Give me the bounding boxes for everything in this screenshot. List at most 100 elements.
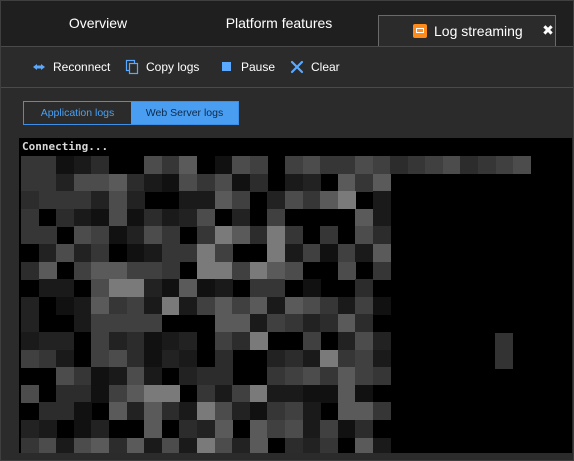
- redacted-log-block: [21, 384, 39, 403]
- redacted-log-block: [73, 156, 92, 174]
- copy-logs-button[interactable]: Copy logs: [124, 57, 199, 77]
- application-logs-button[interactable]: Application logs: [24, 102, 131, 124]
- redacted-log-block: [373, 226, 391, 245]
- redacted-log-block: [267, 226, 286, 245]
- redacted-log-block: [285, 156, 303, 174]
- clear-icon: [289, 59, 305, 75]
- redacted-log-block: [197, 173, 215, 192]
- redacted-log-block: [214, 420, 233, 438]
- web-server-logs-button[interactable]: Web Server logs: [131, 102, 238, 124]
- redacted-log-block: [144, 332, 163, 350]
- redacted-log-block: [214, 332, 233, 350]
- redacted-log-block: [355, 384, 374, 403]
- close-icon[interactable]: ✖: [540, 21, 556, 39]
- redacted-log-block: [285, 384, 303, 403]
- redacted-log-block: [337, 296, 356, 315]
- redacted-log-block: [91, 173, 110, 192]
- redacted-log-block: [320, 349, 339, 368]
- redacted-log-block: [337, 420, 356, 438]
- redacted-log-block: [302, 279, 321, 298]
- redacted-log-block: [91, 437, 110, 453]
- redacted-log-block: [267, 384, 286, 403]
- redacted-log-block: [337, 244, 356, 262]
- redacted-log-block: [109, 367, 127, 386]
- redacted-log-block: [144, 314, 163, 333]
- redacted-log-block: [161, 332, 180, 350]
- redacted-log-block: [91, 279, 110, 298]
- redacted-log-block: [249, 332, 268, 350]
- redacted-log-block: [126, 226, 145, 245]
- redacted-log-block: [232, 402, 251, 421]
- redacted-log-block: [56, 156, 75, 174]
- redacted-log-block: [73, 226, 92, 245]
- redacted-log-block: [109, 208, 127, 227]
- reconnect-button[interactable]: Reconnect: [31, 57, 110, 77]
- redacted-log-block: [91, 314, 110, 333]
- redacted-log-block: [179, 437, 198, 453]
- redacted-log-block: [285, 191, 303, 210]
- redacted-log-block: [73, 208, 92, 227]
- tab-overview[interactable]: Overview: [41, 1, 155, 46]
- redacted-log-block: [373, 332, 391, 350]
- redacted-log-block: [126, 244, 145, 262]
- redacted-log-block: [425, 156, 444, 174]
- redacted-log-block: [249, 384, 268, 403]
- clear-label: Clear: [311, 60, 340, 74]
- redacted-log-block: [232, 314, 251, 333]
- redacted-log-block: [337, 156, 356, 174]
- redacted-log-block: [38, 332, 57, 350]
- redacted-log-block: [73, 261, 92, 280]
- redacted-log-block: [91, 384, 110, 403]
- redacted-log-block: [179, 332, 198, 350]
- redacted-log-block: [91, 261, 110, 280]
- redacted-log-block: [38, 402, 57, 421]
- redacted-log-block: [355, 244, 374, 262]
- redacted-log-block: [161, 173, 180, 192]
- redacted-log-block: [355, 156, 374, 174]
- tab-log-streaming[interactable]: Log streaming: [378, 15, 556, 46]
- redacted-log-block: [302, 156, 321, 174]
- redacted-log-block: [126, 332, 145, 350]
- redacted-log-block: [495, 333, 513, 351]
- redacted-log-block: [337, 332, 356, 350]
- redacted-log-block: [478, 156, 496, 174]
- redacted-log-block: [337, 261, 356, 280]
- redacted-log-block: [214, 226, 233, 245]
- redacted-log-block: [267, 279, 286, 298]
- redacted-log-block: [197, 384, 215, 403]
- redacted-log-block: [144, 349, 163, 368]
- redacted-log-block: [73, 384, 92, 403]
- redacted-log-block: [197, 226, 215, 245]
- clear-button[interactable]: Clear: [289, 57, 340, 77]
- redacted-log-block: [232, 156, 251, 174]
- redacted-log-block: [144, 420, 163, 438]
- log-type-switch: Application logs Web Server logs: [23, 101, 239, 125]
- redacted-log-block: [161, 402, 180, 421]
- redacted-log-block: [355, 296, 374, 315]
- redacted-log-block: [214, 279, 233, 298]
- redacted-log-block: [285, 296, 303, 315]
- redacted-log-block: [320, 296, 339, 315]
- redacted-log-block: [161, 261, 180, 280]
- redacted-log-block: [302, 367, 321, 386]
- tab-platform-features[interactable]: Platform features: [211, 1, 347, 46]
- pause-button[interactable]: Pause: [219, 57, 275, 77]
- log-console[interactable]: Connecting...: [19, 138, 572, 453]
- redacted-log-block: [56, 191, 75, 210]
- redacted-log-block: [179, 208, 198, 227]
- redacted-log-block: [337, 191, 356, 210]
- redacted-log-block: [109, 296, 127, 315]
- redacted-log-block: [109, 384, 127, 403]
- redacted-log-block: [320, 420, 339, 438]
- redacted-log-block: [38, 261, 57, 280]
- redacted-log-block: [355, 314, 374, 333]
- redacted-log-block: [179, 279, 198, 298]
- redacted-log-block: [21, 156, 39, 174]
- redacted-log-block: [197, 208, 215, 227]
- tab-bar: Overview Platform features Log streaming…: [1, 1, 573, 47]
- redacted-log-block: [267, 367, 286, 386]
- redacted-log-block: [144, 296, 163, 315]
- redacted-log-block: [249, 420, 268, 438]
- redacted-log-block: [355, 279, 374, 298]
- toolbar: Reconnect Copy logs Pause Clear: [1, 47, 573, 88]
